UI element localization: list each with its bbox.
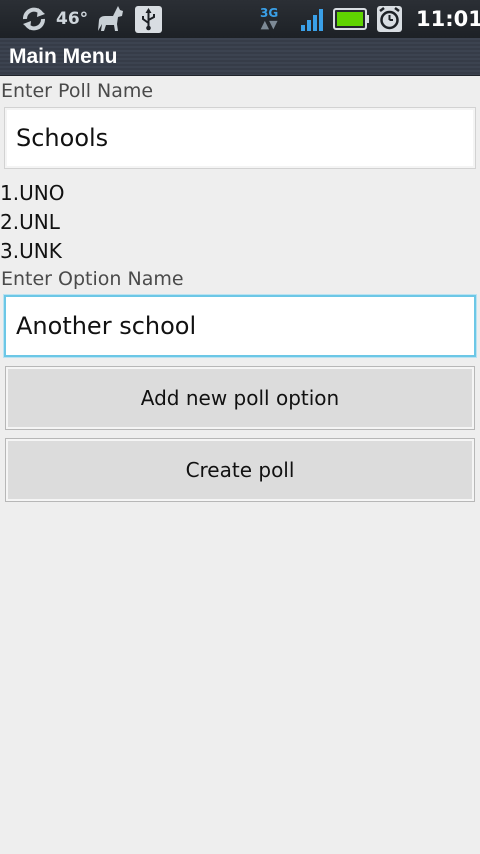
temperature-text: 46° [56,9,89,29]
status-bar: 46° 3G ▲▼ 11:01 [0,0,480,38]
app-title-bar: Main Menu [0,38,480,76]
option-name: UNL [19,210,60,234]
option-number: 2. [0,210,20,234]
poll-name-label: Enter Poll Name [1,80,154,102]
page-title: Main Menu [9,45,118,68]
add-poll-option-button[interactable]: Add new poll option [5,366,475,430]
cat-icon [94,0,126,38]
option-name: UNO [19,181,65,205]
create-poll-button[interactable]: Create poll [5,438,475,502]
list-item: 2.UNL [0,210,60,234]
option-number: 3. [0,239,20,263]
option-name-input[interactable]: Another school [4,295,476,357]
clock: 11:01 [416,7,480,31]
poll-name-input[interactable]: Schools [4,107,476,169]
usb-icon [135,0,162,38]
alarm-icon [377,0,402,38]
battery-icon [333,0,370,38]
option-name: UNK [19,239,62,263]
sync-icon [19,0,49,38]
option-name-label: Enter Option Name [1,268,184,290]
list-item: 3.UNK [0,239,62,263]
signal-icon [300,0,326,38]
option-number: 1. [0,181,20,205]
3g-icon: 3G ▲▼ [260,6,279,31]
list-item: 1.UNO [0,181,64,205]
